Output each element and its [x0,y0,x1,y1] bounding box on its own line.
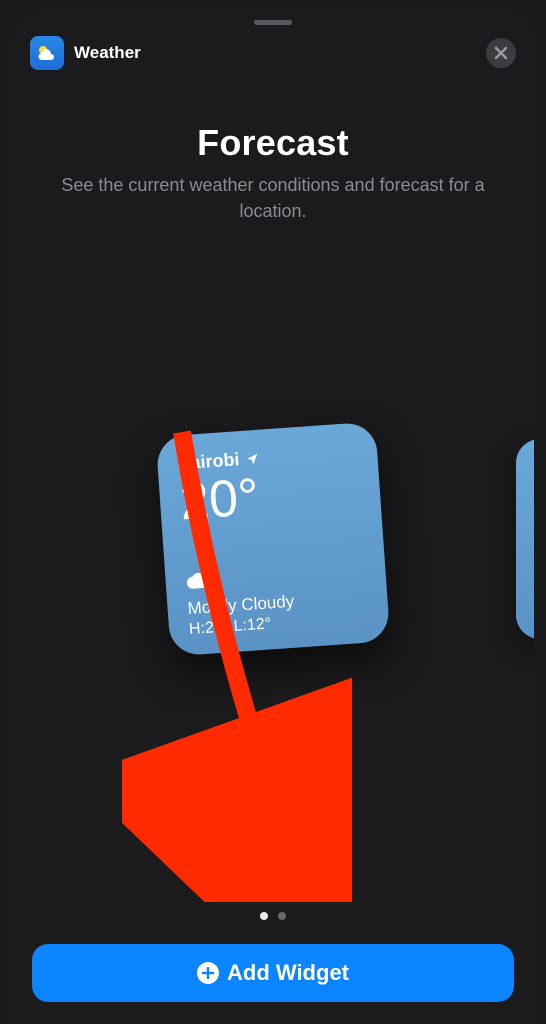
app-identity: Weather [30,36,141,70]
add-widget-label: Add Widget [227,960,349,986]
add-widget-button[interactable]: Add Widget [32,944,514,1002]
close-icon [494,46,508,60]
page-subtitle: See the current weather conditions and f… [12,172,534,224]
page-dot-2[interactable] [278,912,286,920]
location-arrow-icon [245,451,260,466]
app-name-label: Weather [74,43,141,63]
cloud-icon [185,570,212,590]
widget-temperature: 20° [178,464,361,528]
weather-widget-preview[interactable]: Nairobi 20° Mostly Cloudy H:21° L:12° [156,422,391,657]
page-indicator [260,912,286,920]
page-dot-1[interactable] [260,912,268,920]
plus-circle-icon [197,962,219,984]
widget-carousel[interactable]: Nairobi 20° Mostly Cloudy H:21° L:12° [12,384,534,694]
close-button[interactable] [486,38,516,68]
sheet-grabber[interactable] [254,20,292,25]
page-title: Forecast [12,122,534,164]
weather-app-icon [30,36,64,70]
widget-picker-sheet: Weather Forecast See the current weather… [12,12,534,1024]
title-block: Forecast See the current weather conditi… [12,122,534,224]
next-widget-peek[interactable] [516,439,534,639]
